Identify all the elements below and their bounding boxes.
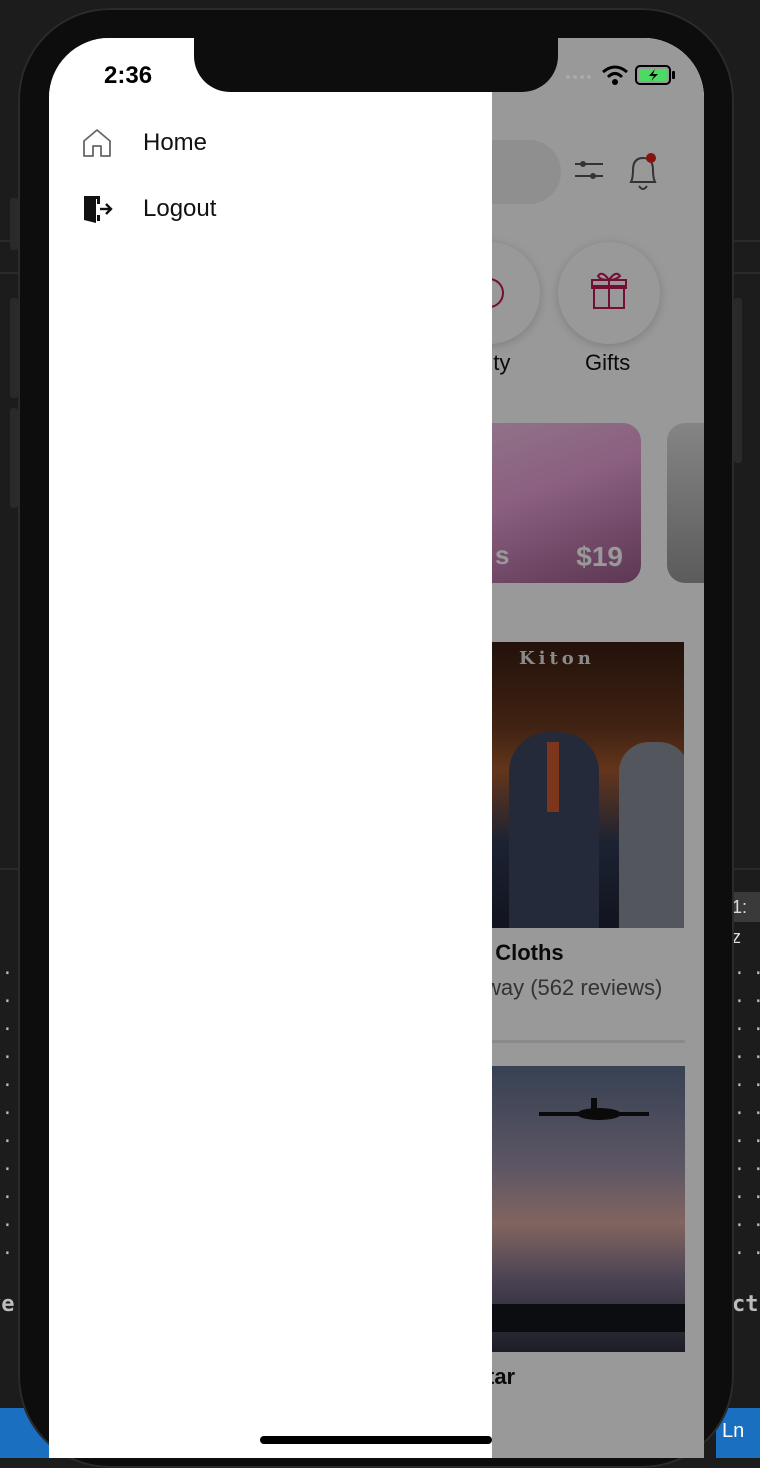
navigation-drawer: Home Logout [49, 38, 492, 1458]
editor-text-right: ct [732, 1292, 759, 1317]
phone-side-button [10, 408, 18, 508]
status-time: 2:36 [104, 62, 153, 89]
drawer-item-logout[interactable]: Logout [79, 184, 216, 234]
editor-tab[interactable]: 1: z [732, 892, 760, 947]
home-icon [79, 125, 115, 161]
editor-dots-right: ⋅⋅⋅⋅⋅⋅⋅⋅⋅⋅⋅⋅⋅⋅⋅⋅⋅⋅⋅⋅⋅⋅ [734, 963, 760, 1264]
phone-side-button [734, 298, 742, 463]
status-indicators [565, 64, 677, 86]
editor-text-left: ve [0, 1292, 15, 1317]
drawer-item-label: Logout [143, 195, 217, 222]
drawer-item-home[interactable]: Home [79, 118, 207, 168]
phone-notch [194, 38, 558, 92]
logout-icon [79, 191, 115, 227]
battery-icon [635, 65, 675, 85]
drawer-item-label: Home [143, 129, 208, 156]
phone-screen: e uty Gifts s [49, 38, 704, 1458]
phone-side-button [10, 298, 18, 398]
home-indicator[interactable] [260, 1436, 492, 1444]
signal-icon [566, 75, 591, 79]
phone-side-button [10, 198, 18, 250]
wifi-icon [602, 65, 628, 85]
